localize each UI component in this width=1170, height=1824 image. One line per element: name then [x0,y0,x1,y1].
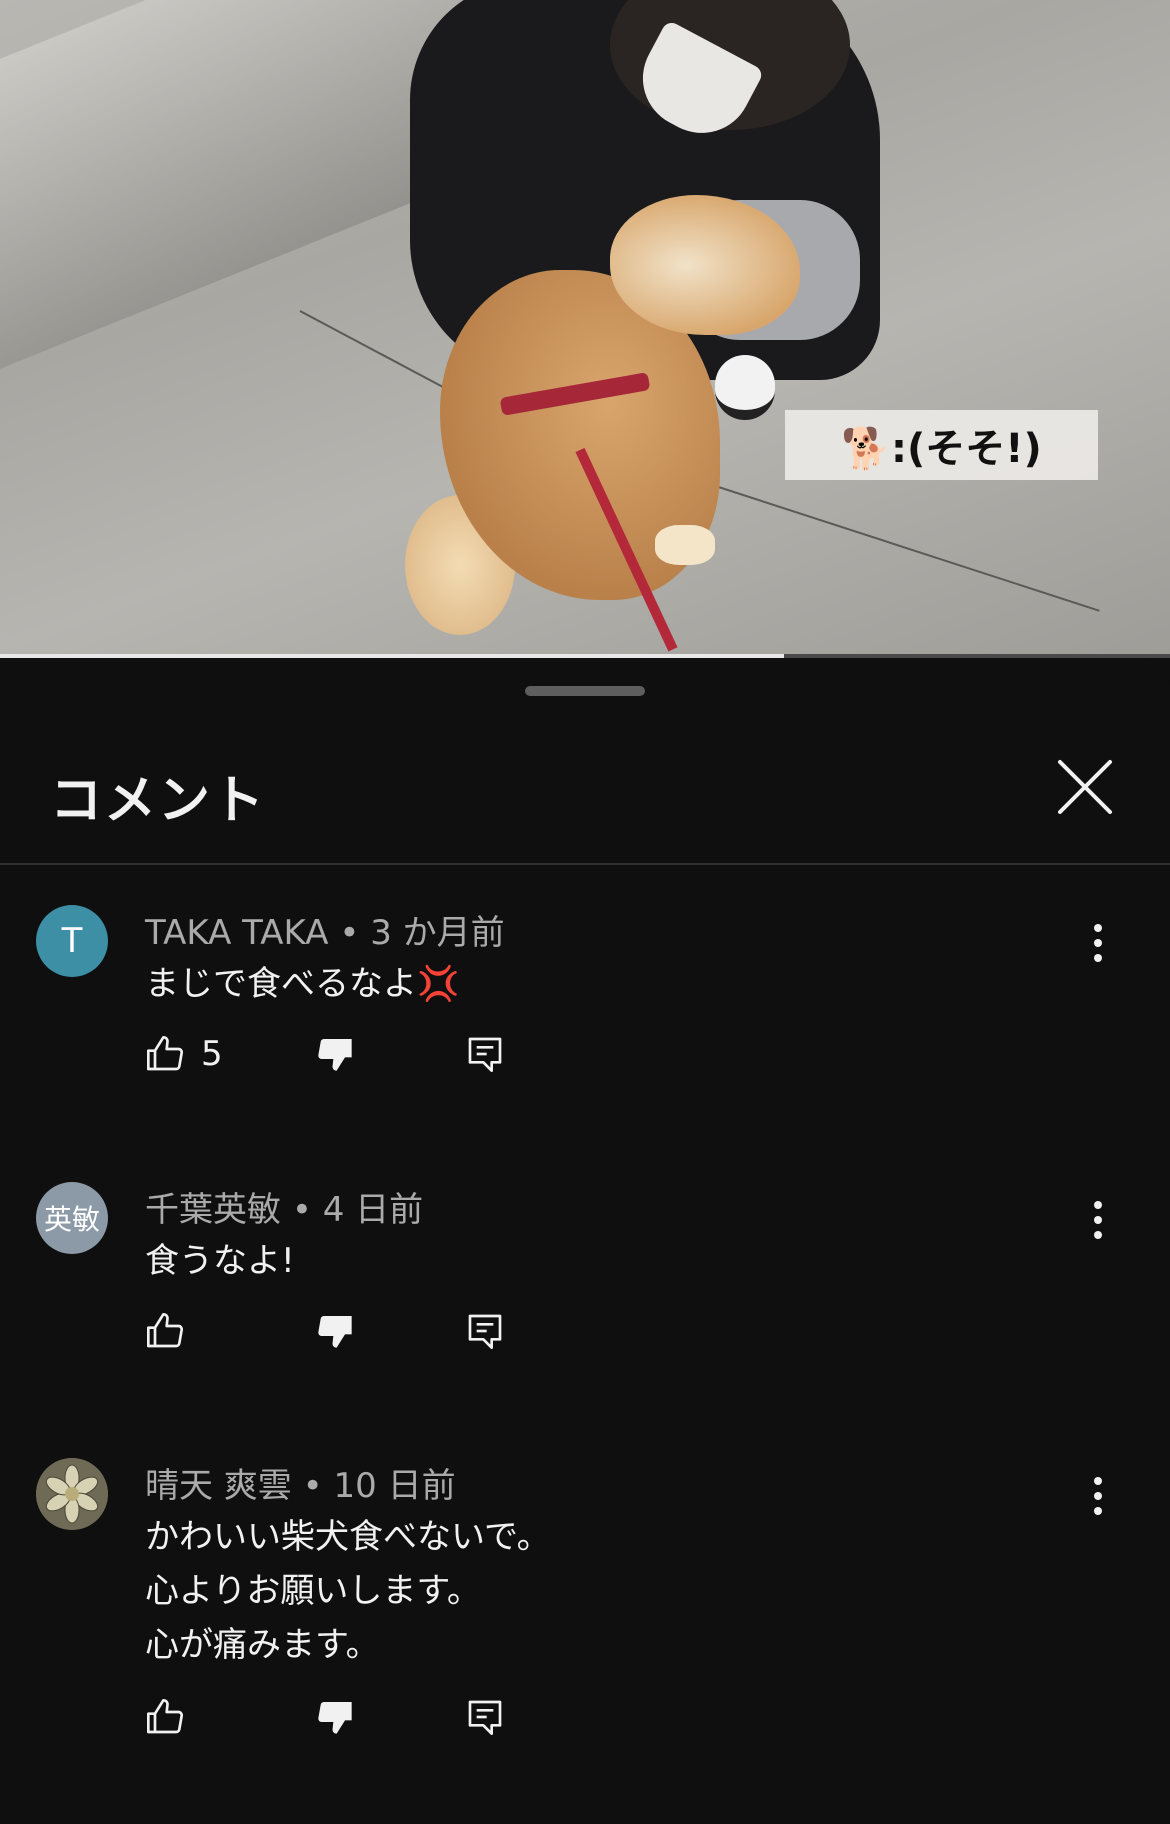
reply-button[interactable] [465,1692,505,1742]
comment-line: かわいい柴犬食べないで。 [145,1517,551,1557]
comment-meta: TAKA TAKA • 3 か月前 [145,905,505,954]
comment-more-button[interactable] [1080,1196,1116,1244]
dislike-button[interactable] [315,1306,355,1356]
like-button[interactable] [145,1306,201,1356]
video-caption: 🐕:(そそ!) [785,410,1098,480]
avatar[interactable]: T [36,905,108,977]
comment-more-button[interactable] [1080,919,1116,967]
more-vert-icon [1094,1201,1102,1239]
pavement-curb [0,0,480,386]
comment-text: かわいい柴犬食べないで。 心よりお願いします。 心が痛みます。 [145,1510,551,1672]
video-progress-fill [0,654,784,658]
comment-more-button[interactable] [1080,1472,1116,1520]
avatar[interactable] [36,1458,108,1530]
thumb-down-icon [318,1701,352,1734]
more-vert-icon [1094,1477,1102,1515]
like-button[interactable]: 5 [145,1029,223,1079]
meta-separator: • [302,1466,334,1506]
pavement-crack [699,480,1100,612]
comment-author[interactable]: 晴天 爽雲 [145,1466,292,1506]
thumb-up-icon [147,1699,184,1734]
reply-icon [468,1037,502,1072]
comment-author[interactable]: TAKA TAKA [145,913,329,953]
comment-line: まじで食べるなよ💢 [145,964,460,1004]
comment-text: 食うなよ! [145,1234,295,1288]
dislike-button[interactable] [315,1029,355,1079]
dog-paw [655,525,715,565]
avatar-initial: T [61,921,83,961]
avatar[interactable]: 英敏 [36,1182,108,1254]
like-count: 5 [201,1034,223,1074]
person-shoe [715,355,775,420]
comment-text: まじで食べるなよ💢 [145,957,459,1011]
comments-title: コメント [50,771,267,831]
comment-time: 4 日前 [322,1190,424,1230]
comment-actions: 5 [145,1029,545,1079]
like-button[interactable] [145,1692,201,1742]
comment-actions [145,1692,545,1742]
comment-time: 10 日前 [333,1466,456,1506]
drag-handle[interactable] [525,686,645,696]
comment-line: 心が痛みます。 [145,1625,380,1665]
comment-actions [145,1306,545,1356]
comment-meta: 千葉英敏 • 4 日前 [145,1182,423,1231]
close-icon [1058,760,1112,814]
avatar-initial: 英敏 [43,1203,100,1236]
meta-separator: • [291,1190,323,1230]
chrysanthemum-avatar-icon [36,1458,108,1530]
comment-author[interactable]: 千葉英敏 [145,1190,281,1230]
comment-time: 3 か月前 [370,913,505,953]
thumb-up-icon [147,1313,184,1348]
comment-line: 食うなよ! [145,1241,295,1281]
meta-separator: • [339,913,371,953]
reply-icon [468,1700,502,1735]
comments-sheet: コメント T TAKA TAKA • 3 か月前 まじで食べるなよ💢 5 英敏 … [0,660,1170,1824]
reply-button[interactable] [465,1306,505,1356]
header-divider [0,863,1170,865]
video-progress-bar[interactable] [0,654,1170,658]
thumb-up-icon [147,1036,184,1071]
comment-meta: 晴天 爽雲 • 10 日前 [145,1458,456,1507]
close-button[interactable] [1050,752,1120,822]
comment-line: 心よりお願いします。 [145,1571,481,1611]
video-player[interactable]: 🐕:(そそ!) [0,0,1170,654]
thumb-down-icon [318,1315,352,1348]
thumb-down-icon [318,1038,352,1071]
dislike-button[interactable] [315,1692,355,1742]
reply-button[interactable] [465,1029,505,1079]
more-vert-icon [1094,924,1102,962]
reply-icon [468,1314,502,1349]
